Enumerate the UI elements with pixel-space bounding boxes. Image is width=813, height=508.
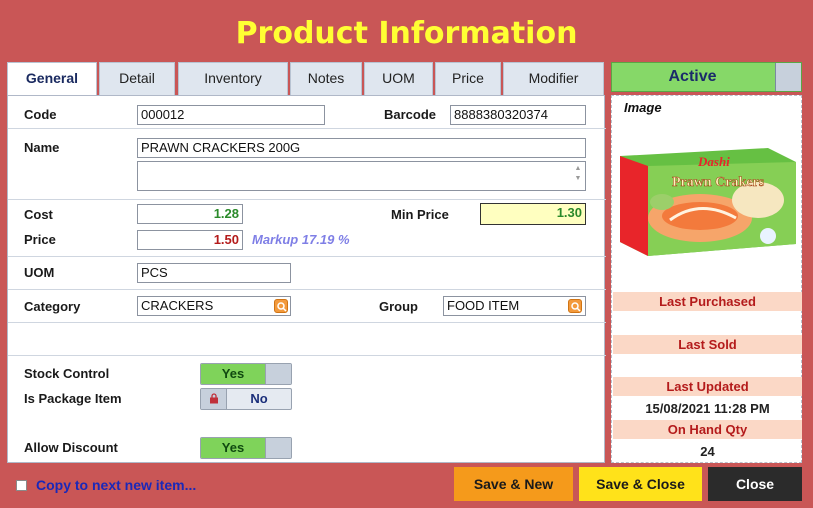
cost-label: Cost <box>24 207 53 222</box>
allow-discount-label: Allow Discount <box>24 440 118 455</box>
divider <box>8 256 606 257</box>
product-image[interactable]: Dashi Prawn Crakers <box>618 146 798 258</box>
lock-icon <box>210 393 218 404</box>
save-close-button[interactable]: Save & Close <box>579 467 702 501</box>
category-input[interactable]: CRACKERS <box>137 296 291 316</box>
on-hand-value: 24 <box>700 444 715 459</box>
last-purchased-header: Last Purchased <box>613 292 802 311</box>
min-price-input[interactable]: 1.30 <box>480 203 586 225</box>
cost-input[interactable]: 1.28 <box>137 204 243 224</box>
name-secondary-input[interactable]: ▲ ▼ <box>137 161 586 191</box>
tab-bar: General Detail Inventory Notes UOM Price… <box>7 62 605 95</box>
code-label: Code <box>24 107 57 122</box>
tab-uom[interactable]: UOM <box>364 62 433 95</box>
copy-label[interactable]: Copy to next new item... <box>36 477 196 493</box>
toggle-knob <box>265 364 291 384</box>
group-search-icon[interactable] <box>568 299 582 313</box>
last-sold-header: Last Sold <box>613 335 802 354</box>
toggle-knob <box>201 389 227 409</box>
close-button[interactable]: Close <box>708 467 802 501</box>
divider <box>8 128 606 129</box>
category-label: Category <box>24 299 81 314</box>
image-product-text: Prawn Crakers <box>672 175 765 190</box>
stock-control-label: Stock Control <box>24 366 110 381</box>
divider <box>8 289 606 290</box>
window-title: Product Information <box>235 16 578 51</box>
package-item-label: Is Package Item <box>24 391 122 406</box>
image-brand-text: Dashi <box>697 154 730 169</box>
on-hand-header: On Hand Qty <box>613 420 802 439</box>
price-label: Price <box>24 232 56 247</box>
side-panel: Image Dashi Prawn Crakers Last Purchased… <box>611 95 802 463</box>
tab-detail[interactable]: Detail <box>99 62 175 95</box>
category-search-icon[interactable] <box>274 299 288 313</box>
name-label: Name <box>24 140 60 155</box>
image-label: Image <box>624 100 662 115</box>
general-panel: Code 000012 Barcode 8888380320374 Name P… <box>7 95 606 463</box>
last-updated-value: 15/08/2021 11:28 PM <box>645 401 770 416</box>
package-item-toggle[interactable]: No <box>200 388 292 410</box>
barcode-input[interactable]: 8888380320374 <box>450 105 586 125</box>
divider <box>8 199 606 200</box>
toggle-knob <box>265 438 291 458</box>
tab-inventory[interactable]: Inventory <box>178 62 288 95</box>
markup-text: Markup 17.19 % <box>252 232 350 247</box>
divider <box>8 322 606 323</box>
tab-general[interactable]: General <box>7 62 97 95</box>
package-item-value: No <box>250 391 268 406</box>
group-label: Group <box>379 299 418 314</box>
scroll-arrows-icon[interactable]: ▲ ▼ <box>573 164 583 188</box>
allow-discount-toggle[interactable]: Yes <box>200 437 292 459</box>
tab-notes[interactable]: Notes <box>290 62 362 95</box>
allow-discount-value: Yes <box>201 438 265 458</box>
code-input[interactable]: 000012 <box>137 105 325 125</box>
barcode-label: Barcode <box>384 107 437 122</box>
uom-input[interactable]: PCS <box>137 263 291 283</box>
tab-price[interactable]: Price <box>435 62 501 95</box>
copy-checkbox[interactable] <box>16 480 27 491</box>
uom-label: UOM <box>24 265 55 280</box>
active-label: Active <box>668 68 717 85</box>
last-updated-header: Last Updated <box>613 377 802 396</box>
save-new-button[interactable]: Save & New <box>454 467 573 501</box>
group-input[interactable]: FOOD ITEM <box>443 296 586 316</box>
toggle-knob <box>775 63 801 91</box>
stock-control-toggle[interactable]: Yes <box>200 363 292 385</box>
tab-modifier[interactable]: Modifier <box>503 62 604 95</box>
active-toggle[interactable]: Active <box>611 62 802 92</box>
price-input[interactable]: 1.50 <box>137 230 243 250</box>
divider <box>8 355 606 356</box>
min-price-label: Min Price <box>391 207 449 222</box>
name-input[interactable]: PRAWN CRACKERS 200G <box>137 138 586 158</box>
stock-control-value: Yes <box>201 364 265 384</box>
